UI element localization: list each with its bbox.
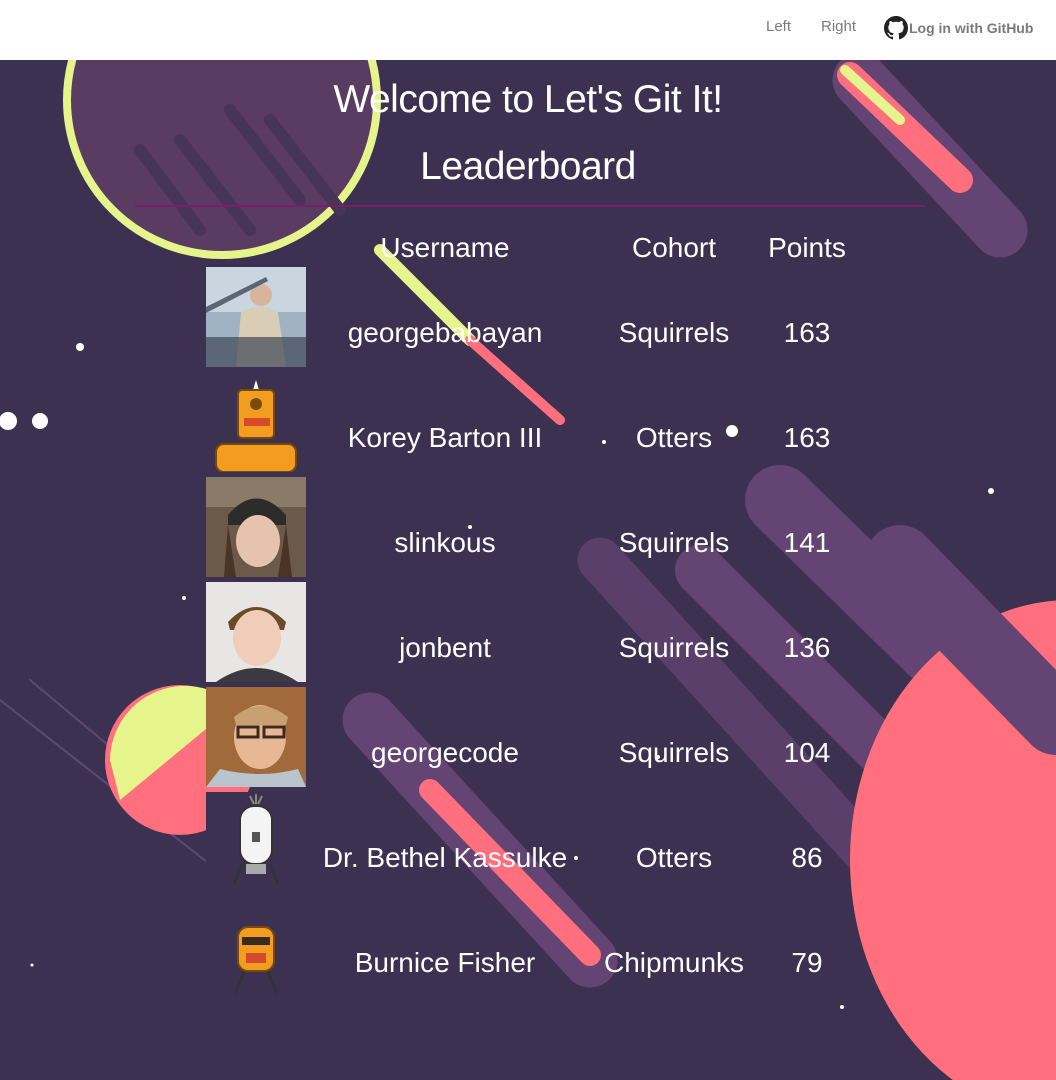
avatar: [206, 372, 306, 472]
points-cell: 104: [783, 737, 831, 768]
github-login-button[interactable]: Log in with GitHub: [884, 15, 1033, 41]
cohort-cell: Squirrels: [618, 317, 730, 348]
avatar: [206, 477, 306, 577]
points-cell: 136: [783, 632, 831, 663]
table-row: jonbent Squirrels 136: [0, 580, 1056, 685]
points-cell: 163: [783, 317, 831, 348]
table-row: georgecode Squirrels 104: [0, 685, 1056, 790]
username-cell: georgebabayan: [347, 317, 543, 348]
points-cell: 79: [791, 947, 823, 978]
username-cell: Korey Barton III: [347, 422, 543, 453]
points-cell: 163: [783, 422, 831, 453]
column-header-username: Username: [380, 232, 510, 263]
username-cell: Dr. Bethel Kassulke: [322, 842, 568, 873]
table-row: Dr. Bethel Kassulke Otters 86: [0, 790, 1056, 895]
column-header-points: Points: [768, 232, 846, 263]
username-cell: georgecode: [371, 737, 519, 768]
avatar: [206, 687, 306, 787]
cohort-cell: Otters: [635, 422, 713, 453]
column-header-cohort: Cohort: [631, 232, 717, 263]
username-cell: slinkous: [394, 527, 496, 558]
nav-left-link[interactable]: Left: [766, 18, 791, 35]
cohort-cell: Squirrels: [618, 737, 730, 768]
cohort-cell: Squirrels: [618, 527, 730, 558]
nav-right-link[interactable]: Right: [821, 18, 856, 35]
avatar: [206, 897, 306, 997]
table-row: Burnice Fisher Chipmunks 79: [0, 895, 1056, 1000]
cohort-cell: Squirrels: [618, 632, 730, 663]
avatar: [206, 792, 306, 892]
avatar: [206, 582, 306, 682]
points-cell: 141: [783, 527, 831, 558]
github-login-label: Log in with GitHub: [909, 20, 1034, 36]
leaderboard-table: Username Cohort Points georgebabayan Squ…: [0, 60, 1056, 1080]
table-row: georgebabayan Squirrels 163: [0, 265, 1056, 370]
cohort-cell: Chipmunks: [603, 947, 745, 978]
avatar: [206, 267, 306, 367]
table-row: Korey Barton III Otters 163: [0, 370, 1056, 475]
main-content: Welcome to Let's Git It! Leaderboard Use…: [0, 60, 1056, 1080]
cohort-cell: Otters: [635, 842, 713, 873]
username-cell: Burnice Fisher: [354, 947, 536, 978]
points-cell: 86: [791, 842, 823, 873]
table-row: slinkous Squirrels 141: [0, 475, 1056, 580]
github-icon: [884, 16, 908, 40]
top-navbar: Left Right Log in with GitHub: [0, 0, 1056, 60]
username-cell: jonbent: [399, 632, 491, 663]
